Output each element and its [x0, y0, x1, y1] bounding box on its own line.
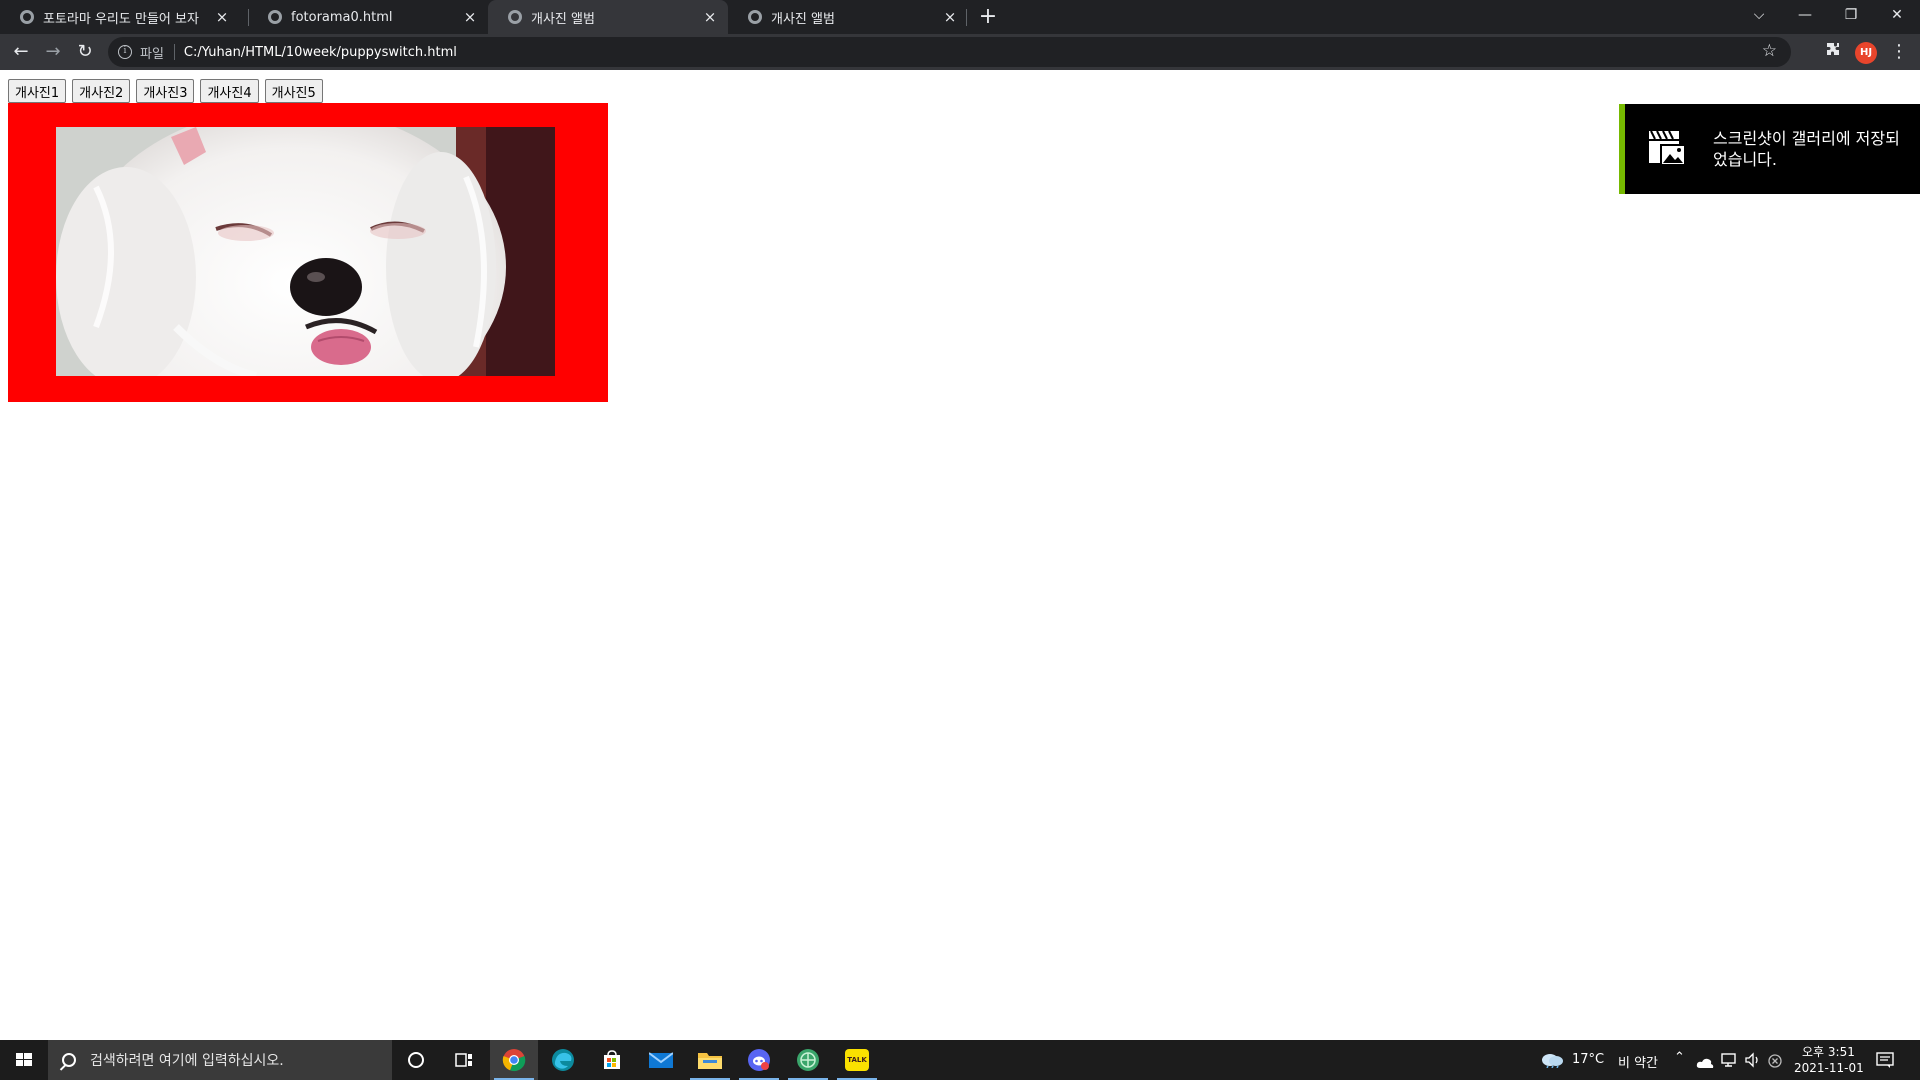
store-icon[interactable] [588, 1040, 636, 1080]
close-window-button[interactable]: ✕ [1874, 0, 1920, 30]
globe-icon [508, 10, 522, 24]
kakaotalk-label: TALK [847, 1056, 867, 1064]
tab-3-active[interactable]: 개사진 앨범 × [488, 0, 728, 34]
globe-icon [268, 10, 282, 24]
file-explorer-icon[interactable] [686, 1040, 734, 1080]
weather-temperature[interactable]: 17°C [1572, 1052, 1604, 1067]
windows-icon [16, 1053, 32, 1066]
address-url[interactable]: C:/Yuhan/HTML/10week/puppyswitch.html [184, 45, 457, 60]
star-icon[interactable]: ☆ [1762, 41, 1777, 61]
photo-button-5[interactable]: 개사진5 [264, 79, 323, 103]
photo-button-4[interactable]: 개사진4 [200, 79, 259, 103]
screenshot-saved-toast[interactable]: 스크린샷이 갤러리에 저장되었습니다. [1619, 104, 1920, 194]
photo-button-3[interactable]: 개사진3 [136, 79, 195, 103]
notification-center-icon[interactable] [1876, 1051, 1894, 1073]
forward-button[interactable]: → [40, 39, 66, 65]
reload-button[interactable]: ↻ [72, 39, 98, 65]
globe-icon [20, 10, 34, 24]
menu-icon[interactable]: ⋮ [1886, 39, 1912, 65]
mail-icon[interactable] [637, 1040, 685, 1080]
globe-icon [748, 10, 762, 24]
photo-frame [8, 103, 608, 402]
taskbar-search-box[interactable]: 검색하려면 여기에 입력하십시오. [48, 1040, 392, 1080]
tab-4[interactable]: 개사진 앨범 × [728, 0, 968, 34]
extensions-icon[interactable] [1820, 39, 1846, 65]
back-button[interactable]: ← [8, 39, 34, 65]
tab-1[interactable]: 포토라마 우리도 만들어 보자 × [0, 0, 240, 34]
photo-button-1[interactable]: 개사진1 [8, 79, 67, 103]
windows-taskbar: 검색하려면 여기에 입력하십시오. TALK 17°C 비 약간 ⌃ 오후 3:… [0, 1040, 1920, 1080]
photo-button-2[interactable]: 개사진2 [72, 79, 131, 103]
browser-tab-strip: 포토라마 우리도 만들어 보자 × fotorama0.html × 개사진 앨… [0, 0, 1920, 34]
tray-overflow-icon[interactable]: ⌃ [1674, 1050, 1685, 1065]
photo-button-row: 개사진1 개사진2 개사진3 개사진4 개사진5 [8, 79, 323, 103]
clock-date[interactable]: 2021-11-01 [1794, 1061, 1864, 1075]
kakaotalk-icon[interactable]: TALK [833, 1040, 881, 1080]
discord-icon[interactable] [735, 1040, 783, 1080]
address-scheme-label: 파일 [140, 46, 164, 62]
edge-icon[interactable] [539, 1040, 587, 1080]
volume-icon[interactable] [1744, 1052, 1762, 1072]
weather-icon[interactable] [1540, 1050, 1564, 1072]
close-tab-icon[interactable]: × [702, 9, 718, 25]
tab-2[interactable]: fotorama0.html × [248, 0, 488, 34]
search-placeholder: 검색하려면 여기에 입력하십시오. [90, 1053, 284, 1069]
task-view-icon[interactable] [440, 1040, 488, 1080]
tab-label: 포토라마 우리도 만들어 보자 [43, 11, 199, 27]
address-separator [173, 44, 175, 60]
cortana-icon[interactable] [392, 1040, 440, 1080]
clock-time[interactable]: 오후 3:51 [1802, 1043, 1855, 1060]
tab-search-icon[interactable]: ⌵ [1736, 0, 1782, 30]
new-tab-button[interactable]: + [976, 5, 1000, 29]
onedrive-icon[interactable] [1696, 1054, 1714, 1073]
close-tab-icon[interactable]: × [462, 9, 478, 25]
network-app-icon[interactable] [784, 1040, 832, 1080]
address-bar[interactable]: i 파일 C:/Yuhan/HTML/10week/puppyswitch.ht… [108, 37, 1791, 67]
info-icon[interactable]: i [118, 45, 132, 59]
weather-condition[interactable]: 비 약간 [1618, 1052, 1658, 1071]
tab-label: 개사진 앨범 [531, 11, 595, 27]
tab-label: fotorama0.html [291, 9, 393, 25]
start-button[interactable] [0, 1040, 48, 1080]
gallery-clapper-icon [1649, 130, 1686, 166]
restore-button[interactable]: ❐ [1828, 0, 1874, 30]
close-tab-icon[interactable]: × [942, 9, 958, 25]
search-icon [62, 1053, 76, 1067]
network-icon[interactable] [1720, 1052, 1738, 1072]
toast-message: 스크린샷이 갤러리에 저장되었습니다. [1713, 129, 1900, 169]
tab-label: 개사진 앨범 [771, 11, 835, 27]
chrome-icon[interactable] [490, 1040, 538, 1080]
white-puppy-photo [56, 127, 555, 376]
minimize-button[interactable]: — [1782, 0, 1828, 30]
status-x-icon[interactable] [1768, 1053, 1782, 1072]
close-tab-icon[interactable]: × [214, 9, 230, 25]
tab-separator [966, 9, 967, 26]
profile-avatar[interactable]: HJ [1855, 42, 1877, 64]
browser-toolbar: ← → ↻ i 파일 C:/Yuhan/HTML/10week/puppyswi… [0, 34, 1920, 70]
